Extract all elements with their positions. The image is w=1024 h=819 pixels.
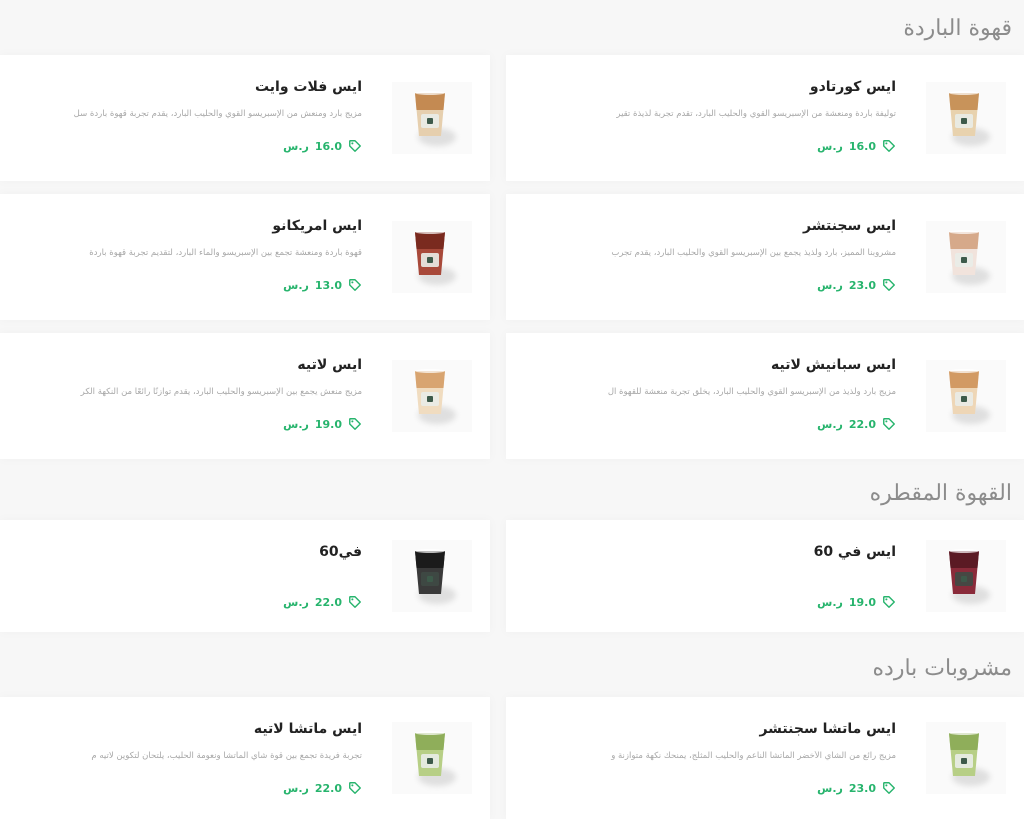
menu-item-card[interactable]: ايس في 60 19.0 ر.س	[506, 520, 1024, 632]
item-name: في60	[319, 544, 362, 560]
iced-cup-icon	[946, 368, 982, 416]
tag-icon	[882, 278, 896, 292]
item-price: 16.0 ر.س	[283, 139, 362, 153]
item-description: مزيج بارد ولذيذ من الإسبريسو القوي والحل…	[607, 387, 896, 397]
tag-icon	[348, 139, 362, 153]
item-name: ايس امريكانو	[272, 218, 362, 234]
iced-cup-icon	[412, 90, 448, 138]
menu-item-card[interactable]: ايس امريكانو قهوة باردة ومنعشة تجمع بين …	[0, 194, 490, 320]
item-price: 22.0 ر.س	[283, 781, 362, 795]
item-name: ايس لاتيه	[297, 357, 362, 373]
item-price: 13.0 ر.س	[283, 278, 362, 292]
item-description: توليفة باردة ومنعشة من الإسبريسو القوي و…	[616, 109, 896, 119]
section-title-cold-drinks: مشروبات بارده	[872, 656, 1012, 681]
iced-cup-icon	[946, 548, 982, 596]
item-price: 22.0 ر.س	[283, 595, 362, 609]
menu-item-card[interactable]: ايس فلات وايت مزيج بارد ومنعش من الإسبري…	[0, 55, 490, 181]
product-image	[392, 82, 472, 154]
tag-icon	[348, 417, 362, 431]
hot-cup-icon	[412, 548, 448, 596]
product-image	[392, 221, 472, 293]
tag-icon	[348, 278, 362, 292]
menu-item-card[interactable]: ايس ماتشا لاتيه تجربة فريدة تجمع بين قوة…	[0, 697, 490, 819]
item-price: 22.0 ر.س	[817, 417, 896, 431]
item-price: 23.0 ر.س	[817, 278, 896, 292]
item-description: مزيج منعش يجمع بين الإسبريسو والحليب الب…	[80, 387, 362, 397]
menu-item-card[interactable]: ايس كورتادو توليفة باردة ومنعشة من الإسب…	[506, 55, 1024, 181]
iced-cup-icon	[946, 229, 982, 277]
iced-cup-icon	[412, 229, 448, 277]
tag-icon	[882, 595, 896, 609]
item-price: 16.0 ر.س	[817, 139, 896, 153]
tag-icon	[882, 417, 896, 431]
menu-item-card[interactable]: في60 22.0 ر.س	[0, 520, 490, 632]
item-name: ايس ماتشا لاتيه	[253, 721, 362, 737]
item-name: ايس سبانيش لاتيه	[771, 357, 896, 373]
tag-icon	[348, 781, 362, 795]
section-title-drip-coffee: القهوة المقطره	[869, 481, 1012, 506]
item-name: ايس سجنتشر	[803, 218, 896, 234]
section-title-cold-coffee: قهوة الباردة	[903, 16, 1012, 41]
item-name: ايس فلات وايت	[254, 79, 362, 95]
item-name: ايس كورتادو	[809, 79, 896, 95]
tag-icon	[882, 139, 896, 153]
item-name: ايس في 60	[813, 544, 896, 560]
tag-icon	[348, 595, 362, 609]
product-image	[926, 540, 1006, 612]
product-image	[926, 221, 1006, 293]
menu-item-card[interactable]: ايس سجنتشر مشروبنا المميز، بارد ولذيذ يج…	[506, 194, 1024, 320]
item-description: قهوة باردة ومنعشة تجمع بين الإسبريسو وال…	[89, 248, 362, 258]
product-image	[926, 360, 1006, 432]
menu-item-card[interactable]: ايس ماتشا سجنتشر مزيج رائع من الشاي الأخ…	[506, 697, 1024, 819]
tag-icon	[882, 781, 896, 795]
product-image	[926, 82, 1006, 154]
product-image	[392, 360, 472, 432]
menu-item-card[interactable]: ايس سبانيش لاتيه مزيج بارد ولذيذ من الإس…	[506, 333, 1024, 459]
iced-cup-icon	[946, 90, 982, 138]
iced-cup-icon	[946, 730, 982, 778]
menu-item-card[interactable]: ايس لاتيه مزيج منعش يجمع بين الإسبريسو و…	[0, 333, 490, 459]
iced-cup-icon	[412, 368, 448, 416]
item-price: 23.0 ر.س	[817, 781, 896, 795]
item-description: مزيج بارد ومنعش من الإسبريسو القوي والحل…	[73, 109, 362, 119]
product-image	[926, 722, 1006, 794]
item-description: تجربة فريدة تجمع بين قوة شاي الماتشا ونع…	[91, 751, 362, 761]
iced-cup-icon	[412, 730, 448, 778]
item-price: 19.0 ر.س	[817, 595, 896, 609]
product-image	[392, 722, 472, 794]
item-description: مشروبنا المميز، بارد ولذيذ يجمع بين الإس…	[611, 248, 896, 258]
product-image	[392, 540, 472, 612]
item-name: ايس ماتشا سجنتشر	[759, 721, 896, 737]
item-price: 19.0 ر.س	[283, 417, 362, 431]
item-description: مزيج رائع من الشاي الأخضر الماتشا الناعم…	[611, 751, 896, 761]
